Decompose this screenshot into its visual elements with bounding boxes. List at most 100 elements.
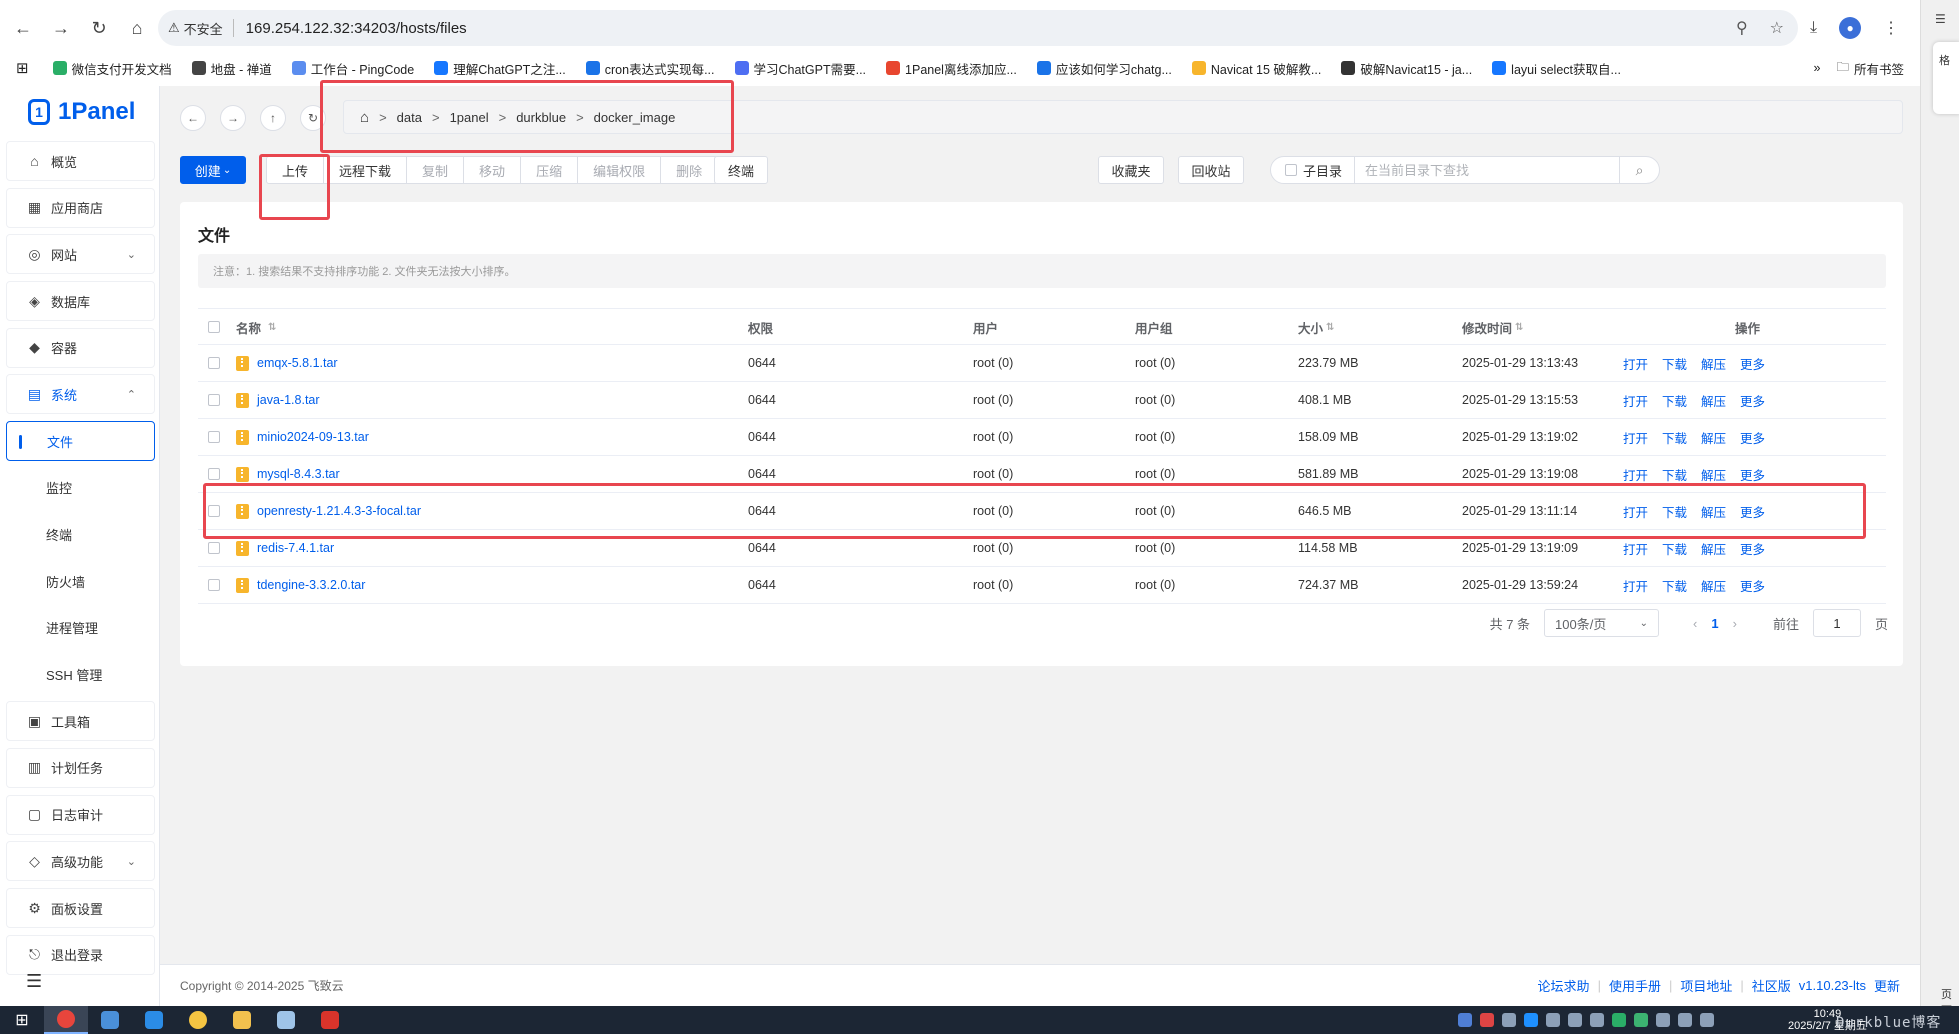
app-taskbar-icon[interactable] — [176, 1006, 220, 1034]
menu-kebab-icon[interactable]: ⋮ — [1883, 18, 1899, 38]
file-name[interactable]: emqx-5.8.1.tar — [257, 356, 338, 370]
wps-taskbar-icon[interactable] — [308, 1006, 352, 1034]
file-name-cell[interactable]: java-1.8.tar — [236, 382, 320, 418]
table-row[interactable]: tdengine-3.3.2.0.tar 0644 root (0) root (0)… — [198, 567, 1886, 604]
goto-page-input[interactable]: 1 — [1812, 609, 1861, 637]
row-op-link[interactable]: 解压 — [1701, 576, 1726, 595]
tray-app-icon[interactable] — [1524, 1013, 1538, 1027]
row-checkbox[interactable] — [208, 493, 220, 529]
row-checkbox[interactable] — [208, 567, 220, 603]
vscode-taskbar-icon[interactable] — [132, 1006, 176, 1034]
bookmarks-overflow-icon[interactable]: » — [1814, 61, 1821, 75]
terminal-button[interactable]: 终端 — [714, 156, 768, 184]
row-op-link[interactable]: 更多 — [1740, 539, 1765, 558]
row-checkbox[interactable] — [208, 456, 220, 492]
windows-start-icon[interactable]: ⊞ — [0, 1006, 44, 1034]
file-name-cell[interactable]: redis-7.4.1.tar — [236, 530, 334, 566]
row-op-link[interactable]: 解压 — [1701, 502, 1726, 521]
toolbar-button[interactable]: 远程下载 — [324, 156, 408, 184]
table-row[interactable]: redis-7.4.1.tar 0644 root (0) root (0) 114.5… — [198, 530, 1886, 567]
file-name-cell[interactable]: emqx-5.8.1.tar — [236, 345, 338, 381]
row-checkbox[interactable] — [208, 382, 220, 418]
row-checkbox[interactable] — [208, 345, 220, 381]
side-panel-tab[interactable]: 格 — [1933, 42, 1959, 114]
shield-icon[interactable] — [1458, 1013, 1472, 1027]
forward-icon[interactable]: → — [44, 11, 78, 45]
sidebar-item-diamond[interactable]: ◇ 高级功能 ⌄ — [6, 841, 155, 882]
explorer-taskbar-icon[interactable] — [88, 1006, 132, 1034]
sidebar-item-logout[interactable]: ⎋ 退出登录 — [6, 934, 155, 975]
toolbar-button[interactable]: 上传 — [266, 156, 325, 184]
sidebar-subitem[interactable]: SSH 管理 — [6, 654, 155, 695]
sidebar-item-log[interactable]: ▢ 日志审计 — [6, 794, 155, 835]
footer-link[interactable]: 使用手册 — [1609, 976, 1661, 995]
all-bookmarks[interactable]: 🗀 所有书签 — [1836, 58, 1904, 79]
footer-link[interactable]: 项目地址 — [1680, 976, 1732, 995]
sidebar-item-layers[interactable]: ◈ 数据库 — [6, 281, 155, 322]
home-dir-icon[interactable]: ⌂ — [360, 109, 369, 126]
sidebar-subitem[interactable]: 监控 — [6, 467, 155, 508]
row-op-link[interactable]: 更多 — [1740, 576, 1765, 595]
file-name[interactable]: redis-7.4.1.tar — [257, 541, 334, 555]
recycle-bin-button[interactable]: 回收站 — [1178, 156, 1244, 184]
tray-green-icon[interactable] — [1634, 1013, 1648, 1027]
next-page-icon[interactable]: › — [1733, 616, 1737, 631]
up-dir-icon[interactable]: ↑ — [260, 105, 286, 131]
row-op-link[interactable]: 下载 — [1662, 539, 1687, 558]
header-size[interactable]: 大小 ⇅ — [1298, 309, 1334, 345]
close-tray-icon[interactable] — [1678, 1013, 1692, 1027]
file-name[interactable]: minio2024-09-13.tar — [257, 430, 369, 444]
page-size-select[interactable]: 100条/页 ⌄ — [1544, 609, 1660, 637]
file-name-cell[interactable]: openresty-1.21.4.3-3-focal.tar — [236, 493, 421, 529]
collapse-sidebar-icon[interactable]: ☰ — [26, 971, 42, 992]
table-row[interactable]: java-1.8.tar 0644 root (0) root (0) 408.1 MB… — [198, 382, 1886, 419]
update-link[interactable]: 更新 — [1874, 976, 1900, 995]
row-op-link[interactable]: 打开 — [1623, 502, 1648, 521]
file-name-cell[interactable]: minio2024-09-13.tar — [236, 419, 369, 455]
volume-icon[interactable] — [1590, 1013, 1604, 1027]
row-op-link[interactable]: 解压 — [1701, 465, 1726, 484]
row-op-link[interactable]: 打开 — [1623, 354, 1648, 373]
row-op-link[interactable]: 打开 — [1623, 539, 1648, 558]
download-icon[interactable]: ⤓ — [1810, 19, 1817, 37]
sidebar-item-gear[interactable]: ⚙ 面板设置 — [6, 888, 155, 928]
sidebar-item-system[interactable]: ▤ 系统 ⌃ — [6, 374, 155, 415]
header-name[interactable]: 名称 ⇅ — [236, 309, 276, 345]
row-op-link[interactable]: 解压 — [1701, 539, 1726, 558]
row-op-link[interactable]: 解压 — [1701, 428, 1726, 447]
table-row[interactable]: openresty-1.21.4.3-3-focal.tar 0644 root (… — [198, 493, 1886, 530]
back-nav-icon[interactable]: ← — [180, 105, 206, 131]
breadcrumb-segment[interactable]: data — [397, 110, 422, 125]
table-row[interactable]: minio2024-09-13.tar 0644 root (0) root (0) 1… — [198, 419, 1886, 456]
footer-link[interactable]: 论坛求助 — [1538, 976, 1590, 995]
bookmark-item[interactable]: 1Panel离线添加应... — [886, 59, 1017, 78]
bookmark-item[interactable]: 理解ChatGPT之注... — [434, 59, 566, 78]
favorites-button[interactable]: 收藏夹 — [1098, 156, 1164, 184]
file-name[interactable]: mysql-8.4.3.tar — [257, 467, 340, 481]
chrome-taskbar-icon[interactable] — [44, 1006, 88, 1034]
bookmark-item[interactable]: 破解Navicat15 - ja... — [1341, 59, 1472, 78]
panel-menu-icon[interactable]: ☰ — [1935, 12, 1946, 26]
row-op-link[interactable]: 更多 — [1740, 428, 1765, 447]
footer-link[interactable]: 社区版 — [1752, 976, 1791, 995]
sidebar-item-docker[interactable]: ◆ 容器 — [6, 327, 155, 368]
bookmark-item[interactable]: Navicat 15 破解教... — [1191, 59, 1321, 78]
wechat-icon[interactable] — [1612, 1013, 1626, 1027]
file-name[interactable]: java-1.8.tar — [257, 393, 320, 407]
apps-grid-icon[interactable]: ⊞ — [16, 59, 29, 77]
reload-icon[interactable]: ↻ — [82, 11, 116, 45]
sidebar-item-calendar[interactable]: ▥ 计划任务 — [6, 747, 155, 788]
table-row[interactable]: mysql-8.4.3.tar 0644 root (0) root (0) 581.8… — [198, 456, 1886, 493]
forward-nav-icon[interactable]: → — [220, 105, 246, 131]
bookmark-item[interactable]: cron表达式实现每... — [585, 59, 715, 78]
notepad-taskbar-icon[interactable] — [264, 1006, 308, 1034]
monitor-icon[interactable] — [1502, 1013, 1516, 1027]
row-op-link[interactable]: 下载 — [1662, 391, 1687, 410]
page-number-current[interactable]: 1 — [1711, 616, 1718, 631]
sidebar-item-globe[interactable]: ◎ 网站 ⌄ — [6, 234, 155, 275]
row-op-link[interactable]: 解压 — [1701, 354, 1726, 373]
sidebar-item-grid[interactable]: ▦ 应用商店 — [6, 187, 155, 228]
back-icon[interactable]: ← — [6, 11, 40, 45]
row-op-link[interactable]: 打开 — [1623, 465, 1648, 484]
header-mtime[interactable]: 修改时间 ⇅ — [1462, 309, 1523, 345]
